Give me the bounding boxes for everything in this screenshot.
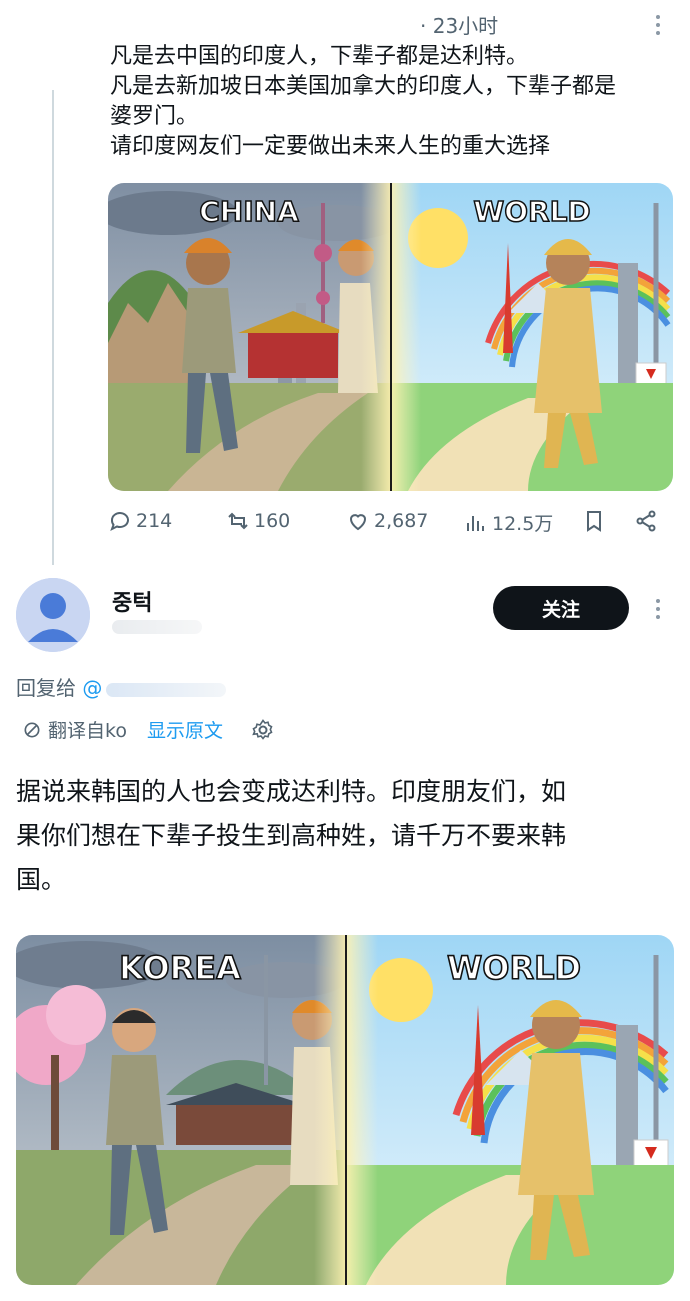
- repost-count: 160: [254, 510, 291, 532]
- follow-button[interactable]: 关注: [493, 586, 629, 630]
- post-text-line: 请印度网友们一定要做出未来人生的重大选择: [110, 134, 551, 159]
- post-text-line: 凡是去中国的印度人，下辈子都是达利特。: [110, 44, 529, 69]
- reply-to-label: 回复给: [16, 676, 76, 700]
- heart-icon: [349, 514, 367, 531]
- reply-icon: [110, 512, 129, 532]
- bookmark-icon: [587, 511, 601, 532]
- show-original-link[interactable]: 显示原文: [147, 716, 223, 743]
- translated-from-label: 翻译自ko: [48, 720, 127, 742]
- repost-button[interactable]: 160: [226, 509, 290, 533]
- image-label-left: KOREA: [119, 949, 241, 987]
- like-count: 2,687: [374, 510, 429, 532]
- post-text: 凡是去中国的印度人，下辈子都是达利特。 凡是去新加坡日本美国加拿大的印度人，下辈…: [110, 42, 675, 162]
- views-count: 12.5万: [492, 513, 554, 535]
- username[interactable]: 중턱: [112, 585, 152, 617]
- reply-text-line: 据说来韩国的人也会变成达利特。印度朋友们，如: [16, 777, 567, 806]
- reply-to-line: 回复给 @: [16, 672, 227, 701]
- reply-text-line: 国。: [16, 865, 67, 894]
- image-label-left: CHINA: [199, 195, 299, 228]
- share-icon: [636, 510, 656, 532]
- post-text-line: 婆罗门。: [110, 104, 199, 129]
- reply-image-korea-world[interactable]: KOREA WORLD: [16, 935, 674, 1285]
- bookmark-button[interactable]: [582, 509, 606, 533]
- post-image-china-world[interactable]: CHINA WORLD: [108, 183, 673, 491]
- reply-button[interactable]: 214: [108, 509, 172, 533]
- avatar[interactable]: [16, 578, 90, 652]
- more-options-icon[interactable]: [648, 12, 668, 38]
- translate-icon: [24, 722, 40, 737]
- mention-blurred: [106, 682, 227, 697]
- image-label-right: WORLD: [473, 195, 590, 228]
- share-button[interactable]: [634, 509, 658, 533]
- post-timestamp: · 23小时: [420, 14, 499, 38]
- reply-text: 据说来韩国的人也会变成达利特。印度朋友们，如 果你们想在下辈子投生到高种姓，请千…: [16, 770, 681, 902]
- post-text-line: 凡是去新加坡日本美国加拿大的印度人，下辈子都是: [110, 74, 617, 99]
- thread-connector-line: [52, 90, 54, 565]
- handle-blurred: [112, 620, 202, 634]
- more-options-icon[interactable]: [648, 596, 668, 622]
- post-action-bar: 214 160 2,687 12.5万: [108, 505, 668, 541]
- repost-icon: [228, 512, 248, 530]
- reply-text-line: 果你们想在下辈子投生到高种姓，请千万不要来韩: [16, 821, 567, 850]
- translation-row: 翻译自ko 显示原文: [22, 716, 275, 743]
- like-button[interactable]: 2,687: [346, 509, 428, 533]
- gear-icon[interactable]: [251, 718, 275, 742]
- reply-to-mention[interactable]: @: [82, 676, 102, 700]
- image-label-right: WORLD: [447, 949, 581, 987]
- default-avatar-icon: [16, 578, 90, 652]
- views-button[interactable]: 12.5万: [464, 509, 553, 536]
- reply-count: 214: [136, 510, 173, 532]
- views-chart-icon: [467, 515, 484, 531]
